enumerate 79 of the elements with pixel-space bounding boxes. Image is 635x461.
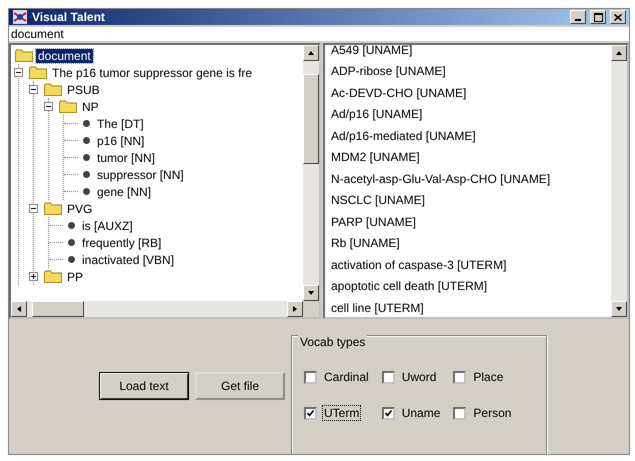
checkbox[interactable] bbox=[304, 370, 317, 384]
tree-node[interactable]: The p16 tumor suppressor gene is fre bbox=[50, 66, 254, 80]
tree-node[interactable]: PSUB bbox=[65, 82, 102, 96]
checkbox-label[interactable]: Cardinal bbox=[323, 370, 370, 384]
list-item[interactable]: A549 [UNAME] bbox=[329, 39, 611, 60]
folder-icon bbox=[29, 66, 47, 79]
bullet-icon bbox=[83, 171, 90, 178]
list-item[interactable]: Ad/p16 [UNAME] bbox=[329, 104, 611, 125]
bullet-icon bbox=[68, 222, 75, 229]
folder-icon bbox=[44, 270, 62, 283]
bullet-icon bbox=[83, 188, 90, 195]
list-item[interactable]: N-acetyl-asp-Glu-Val-Asp-CHO [UNAME] bbox=[329, 168, 611, 190]
push-button[interactable]: Get file bbox=[195, 372, 285, 400]
checkbox-label[interactable]: Uword bbox=[400, 370, 438, 384]
tree-node[interactable]: PP bbox=[65, 270, 86, 284]
scroll-thumb[interactable] bbox=[303, 74, 319, 164]
folder-icon bbox=[44, 83, 62, 96]
minimize-button[interactable] bbox=[570, 10, 586, 24]
tree-node[interactable]: suppressor [NN] bbox=[95, 168, 186, 182]
list-item[interactable]: activation of caspase-3 [UTERM] bbox=[329, 254, 611, 276]
list-item[interactable]: ADP-ribose [UNAME] bbox=[329, 60, 611, 82]
checkmark-icon bbox=[307, 410, 314, 416]
path-field[interactable]: document bbox=[9, 27, 629, 41]
folder-icon bbox=[15, 49, 33, 62]
list-item[interactable]: Rb [UNAME] bbox=[329, 232, 611, 254]
scroll-down-button[interactable] bbox=[611, 301, 627, 317]
list-item[interactable]: cell line [UTERM] bbox=[329, 297, 611, 317]
checkmark-icon bbox=[384, 410, 392, 416]
tree-node[interactable]: tumor [NN] bbox=[95, 150, 158, 164]
tree-node[interactable]: p16 [NN] bbox=[95, 134, 146, 148]
tree-node[interactable]: PVG bbox=[65, 202, 94, 216]
scroll-left-button[interactable] bbox=[11, 301, 27, 317]
scroll-down-button[interactable] bbox=[303, 285, 319, 301]
checkbox-label[interactable]: Place bbox=[472, 370, 504, 384]
close-button[interactable] bbox=[610, 10, 626, 24]
group-title: Vocab types bbox=[298, 335, 368, 349]
folder-icon bbox=[59, 100, 77, 113]
checkbox[interactable] bbox=[382, 370, 395, 384]
list-item[interactable]: apoptotic cell death [UTERM] bbox=[329, 276, 611, 297]
checkbox[interactable] bbox=[304, 406, 317, 420]
list-item[interactable]: Ad/p16-mediated [UNAME] bbox=[329, 125, 611, 146]
checkbox-label[interactable]: Uname bbox=[400, 406, 442, 420]
scroll-up-button[interactable] bbox=[303, 45, 319, 61]
bullet-icon bbox=[83, 137, 90, 144]
maximize-button[interactable] bbox=[590, 10, 606, 24]
window-title: Visual Talent bbox=[32, 10, 106, 24]
bullet-icon bbox=[68, 256, 75, 263]
tree-node[interactable]: The [DT] bbox=[95, 116, 146, 130]
tree-node[interactable]: frequently [RB] bbox=[80, 236, 164, 250]
collapse-toggle[interactable] bbox=[44, 102, 53, 111]
bullet-icon bbox=[83, 154, 90, 161]
list-item[interactable]: PARP [UNAME] bbox=[329, 211, 611, 232]
scroll-thumb[interactable] bbox=[32, 301, 84, 317]
folder-icon bbox=[44, 202, 62, 215]
tree-node[interactable]: is [AUXZ] bbox=[80, 218, 135, 232]
tree-node[interactable]: document bbox=[36, 48, 93, 62]
checkbox[interactable] bbox=[453, 370, 466, 384]
scroll-right-button[interactable] bbox=[287, 301, 303, 317]
push-button[interactable]: Load text bbox=[99, 372, 189, 400]
expand-toggle[interactable] bbox=[29, 272, 38, 281]
scrollbar-corner bbox=[303, 301, 319, 317]
checkbox[interactable] bbox=[382, 406, 395, 420]
bullet-icon bbox=[83, 120, 90, 127]
list-item[interactable]: Ac-DEVD-CHO [UNAME] bbox=[329, 82, 611, 104]
tree-node[interactable]: inactivated [VBN] bbox=[80, 252, 176, 266]
close-icon bbox=[614, 14, 622, 20]
tree-node[interactable]: gene [NN] bbox=[95, 184, 154, 198]
list-item[interactable]: MDM2 [UNAME] bbox=[329, 146, 611, 168]
collapse-toggle[interactable] bbox=[29, 85, 38, 94]
checkbox-label[interactable]: UTerm bbox=[323, 406, 360, 420]
bullet-icon bbox=[68, 239, 75, 246]
collapse-toggle[interactable] bbox=[14, 68, 23, 77]
checkbox[interactable] bbox=[453, 406, 466, 420]
app-icon bbox=[12, 9, 28, 25]
scroll-up-button[interactable] bbox=[611, 45, 627, 61]
collapse-toggle[interactable] bbox=[29, 204, 38, 213]
list-item[interactable]: NSCLC [UNAME] bbox=[329, 190, 611, 211]
tree-node[interactable]: NP bbox=[80, 100, 101, 114]
checkbox-label[interactable]: Person bbox=[472, 406, 512, 420]
